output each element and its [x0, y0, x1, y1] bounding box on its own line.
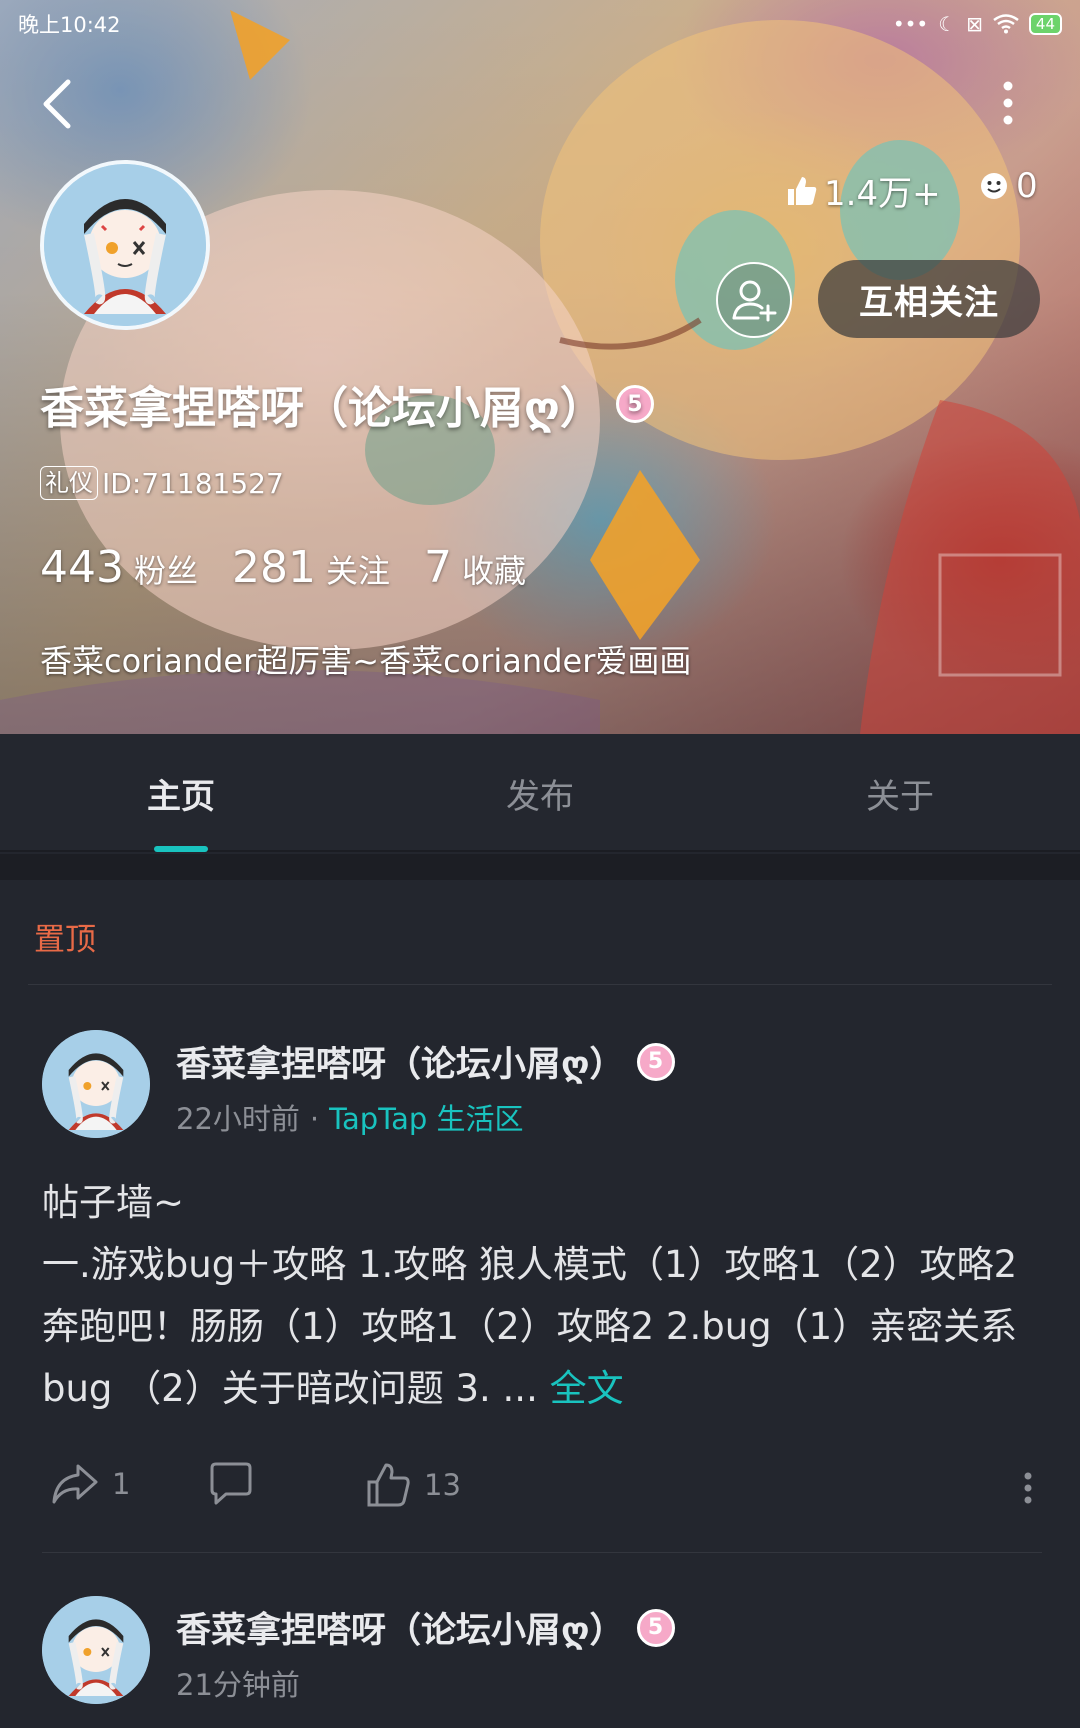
favorites-count[interactable]: 7: [424, 542, 452, 593]
add-user-icon: [732, 280, 777, 322]
post-excerpt: 一.游戏bug＋攻略 1.攻略 狼人模式（1）攻略1（2）攻略2 奔跑吧！肠肠（…: [42, 1243, 1018, 1410]
post-body[interactable]: 帖子墙~ 一.游戏bug＋攻略 1.攻略 狼人模式（1）攻略1（2）攻略2 奔跑…: [42, 1172, 1042, 1420]
divider: [28, 984, 1052, 985]
post-author-name[interactable]: 香菜拿捏嗒呀（论坛小屑ღ）: [176, 1602, 625, 1653]
favorites-label[interactable]: 收藏: [462, 546, 526, 592]
like-count: 13: [424, 1468, 461, 1502]
share-count: 1: [112, 1467, 131, 1501]
faces-stat: 0: [980, 166, 1038, 206]
share-button[interactable]: 1: [50, 1462, 130, 1506]
no-sim-icon: ⊠: [966, 12, 983, 36]
pinned-label: 置顶: [34, 922, 96, 958]
post-forum-link[interactable]: TapTap 生活区: [329, 1102, 523, 1136]
share-icon: [52, 1464, 98, 1504]
smiley-icon: [981, 173, 1007, 199]
tab-about[interactable]: 关于: [770, 734, 1030, 852]
post-meta: 22小时前 · TapTap 生活区: [176, 1096, 524, 1138]
status-time: 晚上10:42: [18, 13, 121, 37]
level-badge: 5: [615, 385, 654, 423]
profile-name-row: 香菜拿捏嗒呀（论坛小屑ღ） 5: [40, 372, 654, 436]
profile-name: 香菜拿捏嗒呀（论坛小屑ღ）: [40, 383, 604, 434]
post-meta: 21分钟前: [176, 1662, 300, 1704]
profile-bio: 香菜coriander超厉害~香菜coriander爱画画: [40, 642, 692, 680]
divider: [42, 1552, 1042, 1553]
comment-icon: [210, 1462, 252, 1505]
section-separator: [0, 854, 1080, 880]
profile-avatar[interactable]: [40, 160, 210, 330]
post-more-icon[interactable]: [1018, 1470, 1038, 1506]
tab-home[interactable]: 主页: [51, 734, 311, 852]
following-count[interactable]: 281: [232, 542, 316, 593]
post-title: 帖子墙~: [42, 1181, 185, 1224]
id-row: 礼仪 ID:71181527: [40, 466, 284, 500]
tab-bar: 主页 发布 关于: [0, 734, 1080, 852]
back-arrow-icon[interactable]: [38, 76, 78, 132]
likes-count: 1.4万+: [824, 174, 941, 214]
battery-icon: 44: [1028, 13, 1062, 35]
post-author-name[interactable]: 香菜拿捏嗒呀（论坛小屑ღ）: [176, 1036, 625, 1087]
faces-count: 0: [1016, 166, 1038, 206]
thumbs-up-icon: [788, 176, 817, 205]
post-time: 22小时前: [176, 1102, 300, 1136]
profile-banner: 晚上10:42 ••• ☾ ⊠ 44 1.4万+ 0 互相关注 香菜拿捏嗒呀（论…: [0, 0, 1080, 734]
more-dots-icon: •••: [892, 12, 929, 36]
comment-button[interactable]: [208, 1462, 254, 1506]
post-time: 21分钟前: [176, 1668, 300, 1702]
followers-count[interactable]: 443: [40, 542, 124, 593]
mutual-follow-button[interactable]: 互相关注: [818, 260, 1040, 338]
full-text-link[interactable]: 全文: [550, 1367, 624, 1410]
moon-icon: ☾: [938, 12, 957, 36]
counts-row: 443 粉丝 281 关注 7 收藏: [40, 542, 560, 593]
post-author-row[interactable]: 香菜拿捏嗒呀（论坛小屑ღ） 5: [176, 1602, 675, 1653]
tab-posts[interactable]: 发布: [410, 734, 670, 852]
more-vertical-icon[interactable]: [996, 80, 1020, 126]
like-button[interactable]: 13: [366, 1462, 461, 1508]
likes-stat: 1.4万+: [786, 166, 941, 215]
post-author-avatar[interactable]: [42, 1596, 150, 1704]
followers-label[interactable]: 粉丝: [134, 546, 198, 592]
level-badge: 5: [636, 1608, 675, 1647]
thumbs-up-outline-icon: [367, 1463, 410, 1507]
wifi-icon: [993, 14, 1019, 34]
user-id: ID:71181527: [102, 466, 284, 500]
status-bar: 晚上10:42 ••• ☾ ⊠ 44: [0, 0, 1080, 48]
meta-separator: ·: [309, 1102, 320, 1136]
level-badge: 5: [636, 1042, 675, 1081]
post-author-row[interactable]: 香菜拿捏嗒呀（论坛小屑ღ） 5: [176, 1036, 675, 1087]
etiquette-tag[interactable]: 礼仪: [40, 466, 98, 500]
post-author-avatar[interactable]: [42, 1030, 150, 1138]
add-friend-button[interactable]: [716, 262, 792, 338]
following-label[interactable]: 关注: [326, 546, 390, 592]
tab-indicator: [154, 846, 208, 852]
